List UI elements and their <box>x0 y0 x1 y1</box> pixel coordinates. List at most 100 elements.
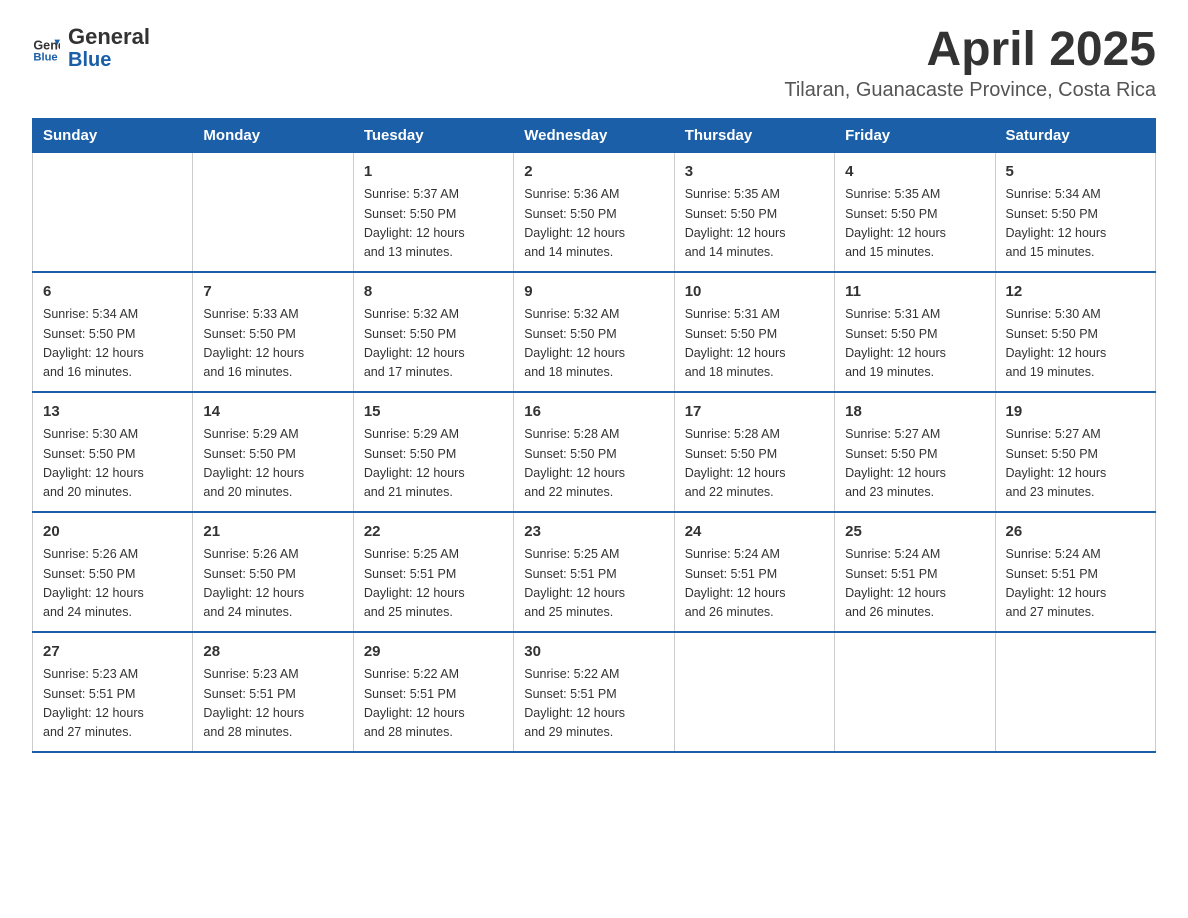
week-row-1: 1Sunrise: 5:37 AMSunset: 5:50 PMDaylight… <box>33 152 1156 272</box>
day-cell: 28Sunrise: 5:23 AMSunset: 5:51 PMDayligh… <box>193 632 353 752</box>
day-info: Sunrise: 5:30 AMSunset: 5:50 PMDaylight:… <box>43 425 182 503</box>
day-info: Sunrise: 5:36 AMSunset: 5:50 PMDaylight:… <box>524 185 663 263</box>
day-info: Sunrise: 5:29 AMSunset: 5:50 PMDaylight:… <box>364 425 503 503</box>
day-info: Sunrise: 5:35 AMSunset: 5:50 PMDaylight:… <box>845 185 984 263</box>
day-number: 10 <box>685 281 824 304</box>
day-info: Sunrise: 5:25 AMSunset: 5:51 PMDaylight:… <box>364 545 503 623</box>
day-info: Sunrise: 5:22 AMSunset: 5:51 PMDaylight:… <box>364 665 503 743</box>
day-cell: 2Sunrise: 5:36 AMSunset: 5:50 PMDaylight… <box>514 152 674 272</box>
day-number: 19 <box>1006 401 1145 424</box>
day-cell: 24Sunrise: 5:24 AMSunset: 5:51 PMDayligh… <box>674 512 834 632</box>
day-number: 14 <box>203 401 342 424</box>
day-cell: 16Sunrise: 5:28 AMSunset: 5:50 PMDayligh… <box>514 392 674 512</box>
svg-text:Blue: Blue <box>33 52 57 62</box>
col-header-monday: Monday <box>193 118 353 152</box>
day-number: 16 <box>524 401 663 424</box>
day-info: Sunrise: 5:32 AMSunset: 5:50 PMDaylight:… <box>524 305 663 383</box>
day-cell: 26Sunrise: 5:24 AMSunset: 5:51 PMDayligh… <box>995 512 1155 632</box>
day-cell <box>674 632 834 752</box>
calendar-header: SundayMondayTuesdayWednesdayThursdayFrid… <box>33 118 1156 152</box>
day-number: 17 <box>685 401 824 424</box>
day-cell: 19Sunrise: 5:27 AMSunset: 5:50 PMDayligh… <box>995 392 1155 512</box>
col-header-wednesday: Wednesday <box>514 118 674 152</box>
day-info: Sunrise: 5:26 AMSunset: 5:50 PMDaylight:… <box>203 545 342 623</box>
day-info: Sunrise: 5:22 AMSunset: 5:51 PMDaylight:… <box>524 665 663 743</box>
day-number: 27 <box>43 641 182 664</box>
day-info: Sunrise: 5:26 AMSunset: 5:50 PMDaylight:… <box>43 545 182 623</box>
day-info: Sunrise: 5:23 AMSunset: 5:51 PMDaylight:… <box>203 665 342 743</box>
day-cell: 1Sunrise: 5:37 AMSunset: 5:50 PMDaylight… <box>353 152 513 272</box>
day-info: Sunrise: 5:33 AMSunset: 5:50 PMDaylight:… <box>203 305 342 383</box>
day-info: Sunrise: 5:31 AMSunset: 5:50 PMDaylight:… <box>685 305 824 383</box>
day-number: 18 <box>845 401 984 424</box>
day-cell: 4Sunrise: 5:35 AMSunset: 5:50 PMDaylight… <box>835 152 995 272</box>
day-cell: 20Sunrise: 5:26 AMSunset: 5:50 PMDayligh… <box>33 512 193 632</box>
header-row: SundayMondayTuesdayWednesdayThursdayFrid… <box>33 118 1156 152</box>
day-info: Sunrise: 5:23 AMSunset: 5:51 PMDaylight:… <box>43 665 182 743</box>
calendar-table: SundayMondayTuesdayWednesdayThursdayFrid… <box>32 118 1156 753</box>
day-number: 28 <box>203 641 342 664</box>
col-header-tuesday: Tuesday <box>353 118 513 152</box>
col-header-friday: Friday <box>835 118 995 152</box>
day-number: 5 <box>1006 161 1145 184</box>
day-cell: 6Sunrise: 5:34 AMSunset: 5:50 PMDaylight… <box>33 272 193 392</box>
day-info: Sunrise: 5:31 AMSunset: 5:50 PMDaylight:… <box>845 305 984 383</box>
day-cell: 15Sunrise: 5:29 AMSunset: 5:50 PMDayligh… <box>353 392 513 512</box>
day-info: Sunrise: 5:37 AMSunset: 5:50 PMDaylight:… <box>364 185 503 263</box>
day-cell: 18Sunrise: 5:27 AMSunset: 5:50 PMDayligh… <box>835 392 995 512</box>
day-cell: 5Sunrise: 5:34 AMSunset: 5:50 PMDaylight… <box>995 152 1155 272</box>
week-row-4: 20Sunrise: 5:26 AMSunset: 5:50 PMDayligh… <box>33 512 1156 632</box>
day-info: Sunrise: 5:24 AMSunset: 5:51 PMDaylight:… <box>685 545 824 623</box>
day-cell <box>33 152 193 272</box>
title-block: April 2025 Tilaran, Guanacaste Province,… <box>784 24 1156 102</box>
day-info: Sunrise: 5:27 AMSunset: 5:50 PMDaylight:… <box>1006 425 1145 503</box>
day-cell: 8Sunrise: 5:32 AMSunset: 5:50 PMDaylight… <box>353 272 513 392</box>
day-info: Sunrise: 5:25 AMSunset: 5:51 PMDaylight:… <box>524 545 663 623</box>
week-row-2: 6Sunrise: 5:34 AMSunset: 5:50 PMDaylight… <box>33 272 1156 392</box>
day-cell <box>193 152 353 272</box>
day-number: 29 <box>364 641 503 664</box>
day-cell: 25Sunrise: 5:24 AMSunset: 5:51 PMDayligh… <box>835 512 995 632</box>
day-number: 26 <box>1006 521 1145 544</box>
day-number: 2 <box>524 161 663 184</box>
col-header-saturday: Saturday <box>995 118 1155 152</box>
col-header-sunday: Sunday <box>33 118 193 152</box>
day-cell: 30Sunrise: 5:22 AMSunset: 5:51 PMDayligh… <box>514 632 674 752</box>
day-cell: 11Sunrise: 5:31 AMSunset: 5:50 PMDayligh… <box>835 272 995 392</box>
day-info: Sunrise: 5:32 AMSunset: 5:50 PMDaylight:… <box>364 305 503 383</box>
day-info: Sunrise: 5:28 AMSunset: 5:50 PMDaylight:… <box>524 425 663 503</box>
day-number: 24 <box>685 521 824 544</box>
day-number: 25 <box>845 521 984 544</box>
calendar-body: 1Sunrise: 5:37 AMSunset: 5:50 PMDaylight… <box>33 152 1156 752</box>
day-info: Sunrise: 5:34 AMSunset: 5:50 PMDaylight:… <box>1006 185 1145 263</box>
day-info: Sunrise: 5:27 AMSunset: 5:50 PMDaylight:… <box>845 425 984 503</box>
day-number: 30 <box>524 641 663 664</box>
day-number: 11 <box>845 281 984 304</box>
day-number: 21 <box>203 521 342 544</box>
week-row-3: 13Sunrise: 5:30 AMSunset: 5:50 PMDayligh… <box>33 392 1156 512</box>
col-header-thursday: Thursday <box>674 118 834 152</box>
day-cell: 7Sunrise: 5:33 AMSunset: 5:50 PMDaylight… <box>193 272 353 392</box>
logo-blue: Blue <box>68 49 150 72</box>
day-cell: 21Sunrise: 5:26 AMSunset: 5:50 PMDayligh… <box>193 512 353 632</box>
day-number: 12 <box>1006 281 1145 304</box>
logo: General Blue General Blue <box>32 24 150 72</box>
day-number: 13 <box>43 401 182 424</box>
day-number: 6 <box>43 281 182 304</box>
header: General Blue General Blue April 2025 Til… <box>32 24 1156 102</box>
day-number: 3 <box>685 161 824 184</box>
day-info: Sunrise: 5:24 AMSunset: 5:51 PMDaylight:… <box>845 545 984 623</box>
week-row-5: 27Sunrise: 5:23 AMSunset: 5:51 PMDayligh… <box>33 632 1156 752</box>
day-number: 8 <box>364 281 503 304</box>
day-number: 22 <box>364 521 503 544</box>
month-year-title: April 2025 <box>784 24 1156 77</box>
day-number: 4 <box>845 161 984 184</box>
day-cell: 9Sunrise: 5:32 AMSunset: 5:50 PMDaylight… <box>514 272 674 392</box>
day-cell: 22Sunrise: 5:25 AMSunset: 5:51 PMDayligh… <box>353 512 513 632</box>
location-subtitle: Tilaran, Guanacaste Province, Costa Rica <box>784 79 1156 102</box>
day-cell: 17Sunrise: 5:28 AMSunset: 5:50 PMDayligh… <box>674 392 834 512</box>
day-cell: 29Sunrise: 5:22 AMSunset: 5:51 PMDayligh… <box>353 632 513 752</box>
day-info: Sunrise: 5:28 AMSunset: 5:50 PMDaylight:… <box>685 425 824 503</box>
day-cell: 27Sunrise: 5:23 AMSunset: 5:51 PMDayligh… <box>33 632 193 752</box>
day-number: 23 <box>524 521 663 544</box>
